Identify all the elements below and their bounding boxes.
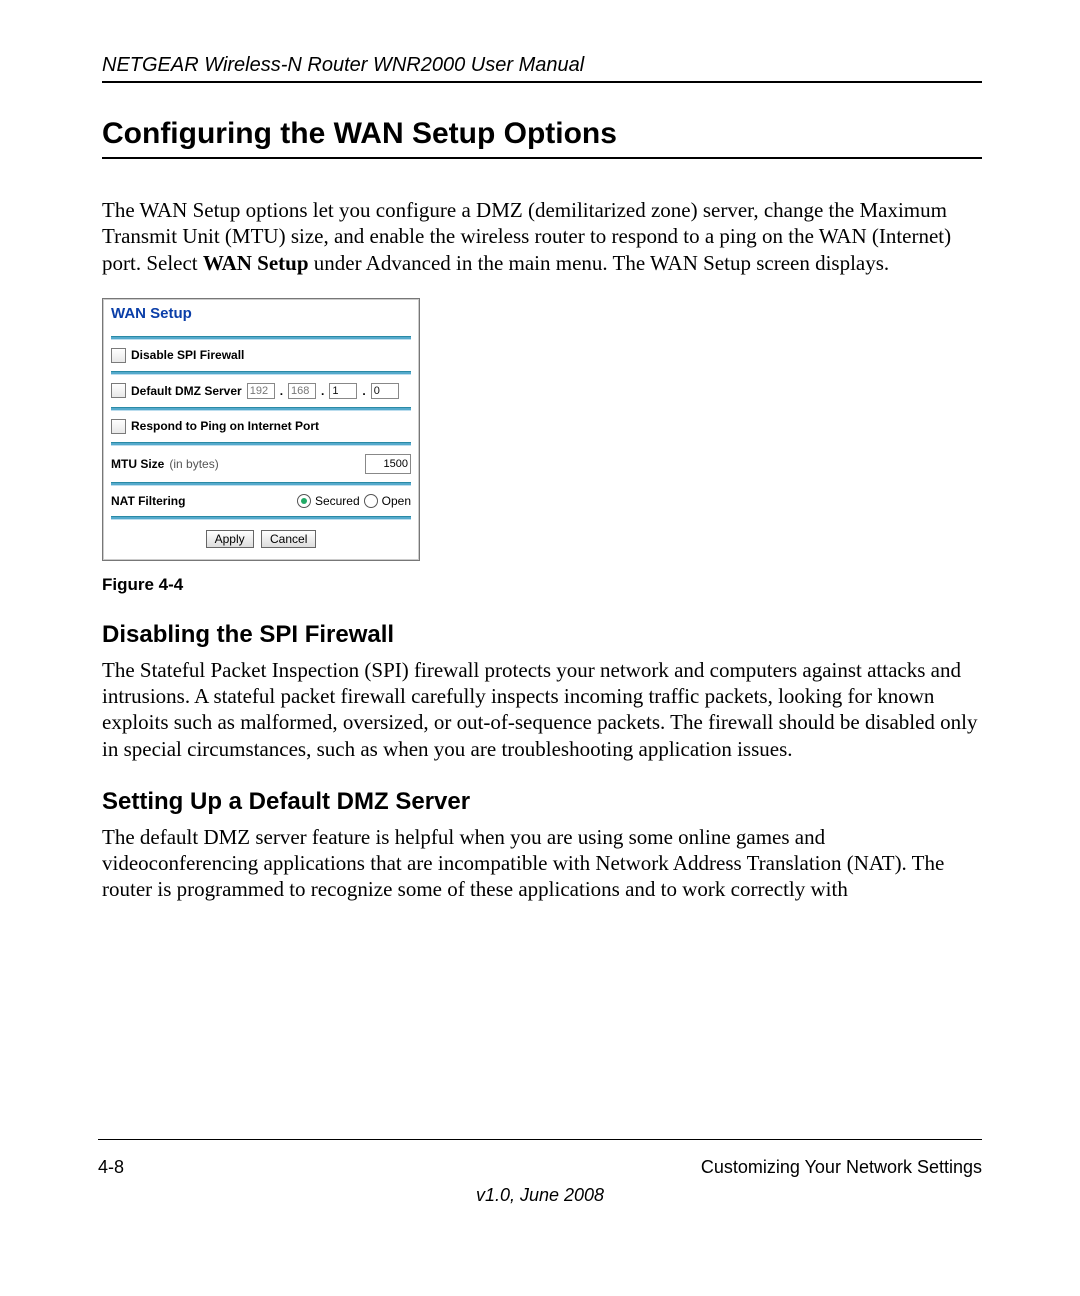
dmz-octet-2[interactable] [288, 383, 316, 399]
row-disable-spi: Disable SPI Firewall [103, 340, 419, 371]
radio-open[interactable] [364, 494, 378, 508]
row-default-dmz: Default DMZ Server . . . [103, 375, 419, 407]
page-number: 4-8 [98, 1157, 124, 1178]
footer-rule [98, 1139, 982, 1140]
subhead-dmz: Setting Up a Default DMZ Server [102, 788, 982, 816]
dmz-octet-4[interactable] [371, 383, 399, 399]
footer-section: Customizing Your Network Settings [701, 1157, 982, 1178]
button-row: Apply Cancel [103, 520, 419, 560]
row-mtu: MTU Size (in bytes) [103, 446, 419, 482]
figure-caption: Figure 4-4 [102, 575, 982, 595]
checkbox-spi[interactable] [111, 348, 126, 363]
intro-post: under Advanced in the main menu. The WAN… [309, 251, 890, 275]
checkbox-dmz[interactable] [111, 383, 126, 398]
mtu-input[interactable] [365, 454, 411, 474]
intro-paragraph: The WAN Setup options let you configure … [102, 197, 982, 276]
section-title: Configuring the WAN Setup Options [102, 117, 982, 151]
label-dmz: Default DMZ Server [131, 384, 242, 398]
label-spi: Disable SPI Firewall [131, 348, 244, 362]
wan-setup-screenshot: WAN Setup Disable SPI Firewall Default D… [102, 298, 420, 561]
dot-icon: . [362, 384, 365, 398]
running-header: NETGEAR Wireless-N Router WNR2000 User M… [102, 54, 982, 77]
dot-icon: . [321, 384, 324, 398]
dmz-octet-3[interactable] [329, 383, 357, 399]
row-ping: Respond to Ping on Internet Port [103, 411, 419, 442]
label-mtu: MTU Size [111, 457, 164, 471]
label-open: Open [382, 494, 411, 508]
radio-dot-icon [301, 498, 307, 504]
dot-icon: . [280, 384, 283, 398]
checkbox-ping[interactable] [111, 419, 126, 434]
label-mtu-sub: (in bytes) [169, 457, 218, 471]
label-ping: Respond to Ping on Internet Port [131, 419, 319, 433]
panel-title: WAN Setup [103, 299, 419, 336]
footer-version: v1.0, June 2008 [0, 1185, 1080, 1206]
header-rule [102, 81, 982, 83]
subhead-spi: Disabling the SPI Firewall [102, 621, 982, 649]
para-dmz: The default DMZ server feature is helpfu… [102, 824, 982, 903]
title-rule [102, 157, 982, 159]
apply-button[interactable]: Apply [206, 530, 254, 548]
label-secured: Secured [315, 494, 360, 508]
radio-secured[interactable] [297, 494, 311, 508]
row-nat: NAT Filtering Secured Open [103, 486, 419, 516]
intro-bold: WAN Setup [203, 251, 309, 275]
dmz-octet-1[interactable] [247, 383, 275, 399]
cancel-button[interactable]: Cancel [261, 530, 316, 548]
label-nat: NAT Filtering [111, 494, 185, 508]
para-spi: The Stateful Packet Inspection (SPI) fir… [102, 657, 982, 762]
